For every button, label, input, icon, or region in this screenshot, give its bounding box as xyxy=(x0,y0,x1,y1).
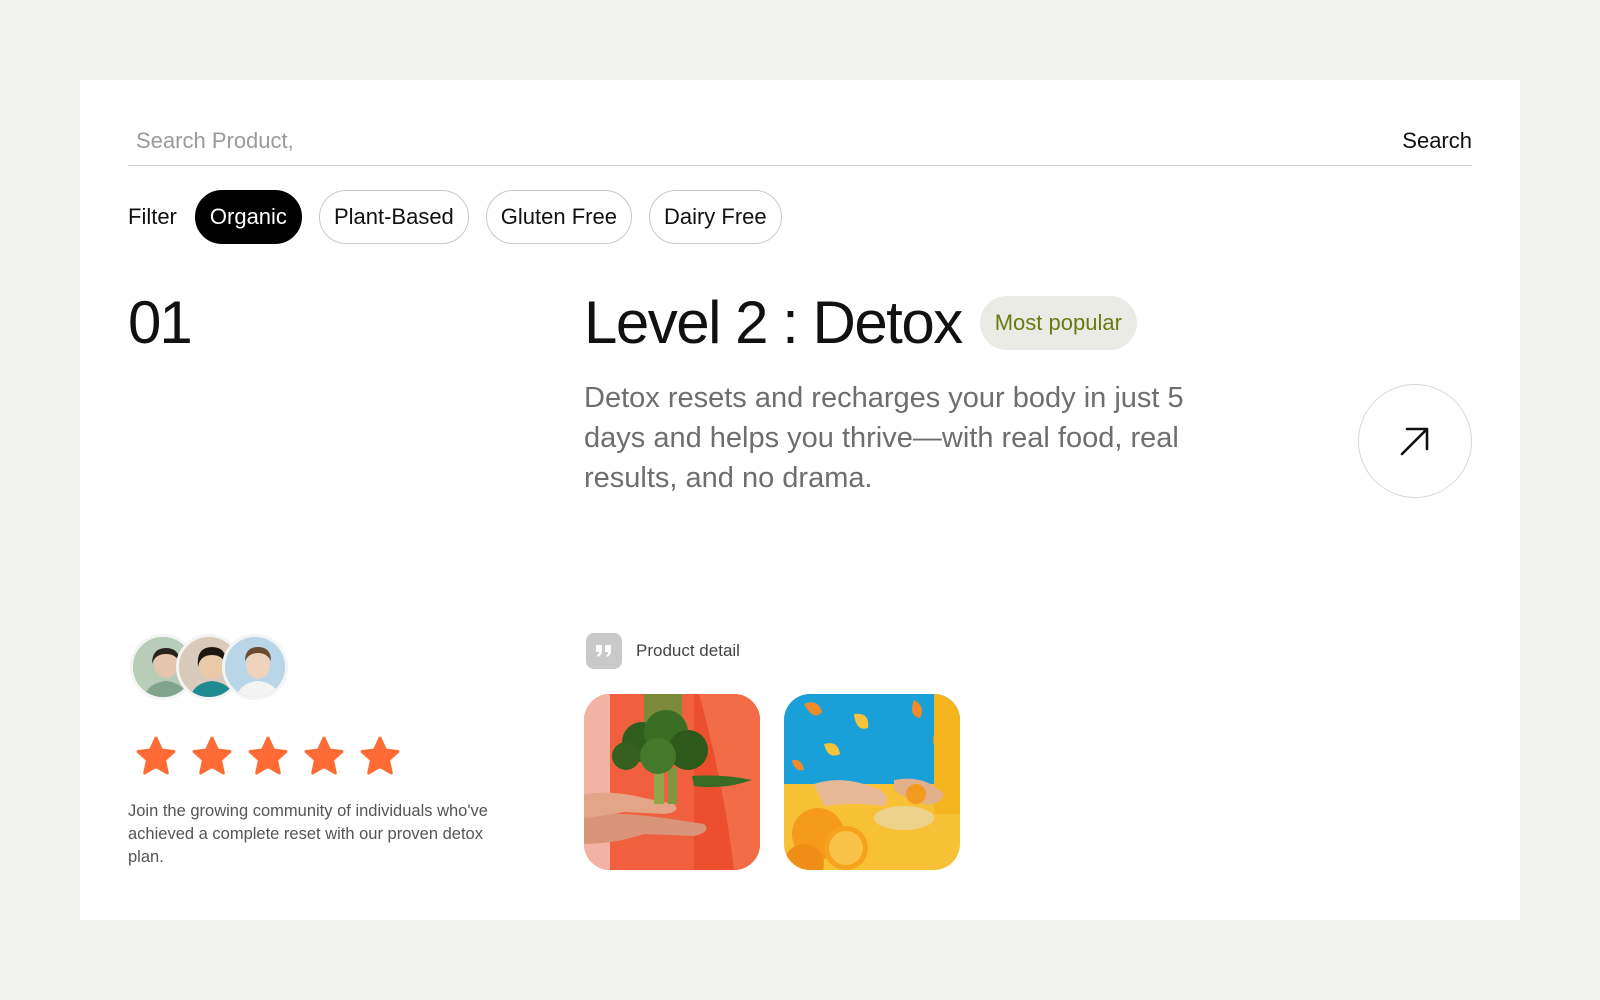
product-title: Level 2 : Detox xyxy=(584,289,963,356)
most-popular-badge: Most popular xyxy=(979,295,1137,350)
product-card: Search Filter Organic Plant-Based Gluten… xyxy=(80,80,1520,920)
product-image-oranges[interactable] xyxy=(784,694,960,870)
open-product-button[interactable] xyxy=(1358,384,1472,498)
search-bar: Search xyxy=(128,116,1472,166)
product-detail-link[interactable]: Product detail xyxy=(586,633,740,669)
arrow-up-right-icon xyxy=(1400,427,1429,456)
star-icon xyxy=(192,736,232,775)
filter-label: Filter xyxy=(128,204,177,229)
rating-stars xyxy=(134,734,414,778)
star-icon xyxy=(248,736,288,775)
filter-chip-plant-based[interactable]: Plant-Based xyxy=(318,190,469,244)
community-text: Join the growing community of individual… xyxy=(128,802,488,866)
product-description: Detox resets and recharges your body in … xyxy=(584,382,1184,494)
search-input[interactable] xyxy=(128,120,1028,161)
star-icon xyxy=(136,736,176,775)
product-number: 01 xyxy=(128,289,193,356)
filter-chip-gluten-free[interactable]: Gluten Free xyxy=(485,190,632,244)
search-button[interactable]: Search xyxy=(1402,128,1472,154)
star-icon xyxy=(360,736,400,775)
avatar xyxy=(222,634,288,700)
title-row: Level 2 : Detox Most popular xyxy=(584,288,1137,357)
filter-chip-organic[interactable]: Organic xyxy=(194,190,302,244)
filter-chip-dairy-free[interactable]: Dairy Free xyxy=(648,190,782,244)
product-detail-label: Product detail xyxy=(636,641,740,660)
quote-icon xyxy=(586,633,622,669)
product-image-broccoli[interactable] xyxy=(584,694,760,870)
star-icon xyxy=(304,736,344,775)
filter-bar: Filter Organic Plant-Based Gluten Free D… xyxy=(128,190,799,244)
